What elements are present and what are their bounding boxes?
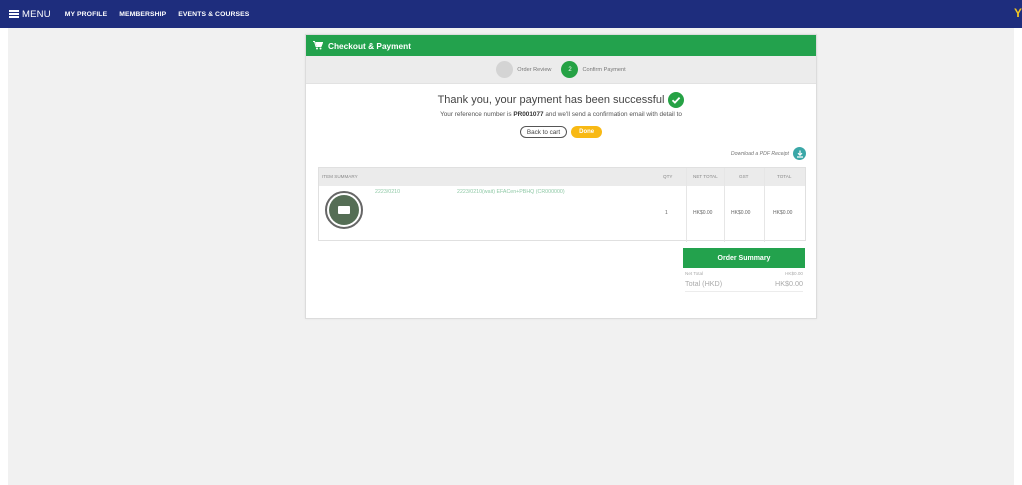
download-receipt-label[interactable]: Download a PDF Receipt <box>731 151 789 157</box>
nav-right-logo[interactable]: Y <box>1014 6 1022 20</box>
step-circle <box>496 61 514 78</box>
checkout-stepper: Order Review 2 Confirm Payment <box>306 56 816 84</box>
order-summary-title: Order Summary <box>683 248 805 268</box>
table-header: ITEM SUMMARY QTY NET TOTAL GST TOTAL <box>319 168 805 186</box>
net-total-value: HK$0.00 <box>785 271 803 276</box>
grand-total-value: HK$0.00 <box>775 279 803 288</box>
item-name-link[interactable]: 2223/0210(wait) EFACen+PBHQ (CR000000) <box>457 189 565 195</box>
success-message: Thank you, your payment has been success… <box>306 92 816 108</box>
net-total-row: Net Total HK$0.00 <box>683 271 805 276</box>
checkout-card: Checkout & Payment Order Review 2 Confir… <box>305 34 817 319</box>
top-nav: MENU MY PROFILE MEMBERSHIP EVENTS & COUR… <box>0 0 1022 28</box>
step-label: Order Review <box>517 66 552 73</box>
reference-number: PR001077 <box>513 111 544 118</box>
nav-link-membership[interactable]: MEMBERSHIP <box>119 11 166 18</box>
card-title: Checkout & Payment <box>328 40 411 51</box>
ref-suffix: and we'll send a confirmation email with… <box>545 111 682 118</box>
item-summary-table: ITEM SUMMARY QTY NET TOTAL GST TOTAL 222… <box>318 167 806 242</box>
done-button[interactable]: Done <box>571 126 603 138</box>
column-divider <box>686 168 687 242</box>
nav-links: MY PROFILE MEMBERSHIP EVENTS & COURSES <box>65 11 262 18</box>
item-net-total: HK$0.00 <box>693 210 713 216</box>
header-net-total: NET TOTAL <box>693 174 718 179</box>
download-icon[interactable] <box>793 147 806 160</box>
ref-prefix: Your reference number is <box>440 111 512 118</box>
download-receipt[interactable]: Download a PDF Receipt <box>731 147 806 160</box>
cart-icon <box>313 41 323 50</box>
step-circle-active: 2 <box>561 61 579 78</box>
grand-total-label: Total (HKD) <box>685 279 723 288</box>
summary-divider <box>685 291 803 292</box>
success-text: Thank you, your payment has been success… <box>437 94 665 106</box>
net-total-label: Net Total <box>685 271 704 276</box>
menu-button[interactable]: MENU <box>9 9 51 20</box>
step-confirm-payment: 2 Confirm Payment <box>561 61 626 78</box>
order-summary: Order Summary Net Total HK$0.00 Total (H… <box>683 248 805 292</box>
item-gst: HK$0.00 <box>731 210 751 216</box>
item-total: HK$0.00 <box>773 210 793 216</box>
action-buttons: Back to cart Done <box>306 126 816 138</box>
hamburger-icon <box>9 9 19 20</box>
card-header: Checkout & Payment <box>306 35 816 56</box>
table-row: 2223/0210 2223/0210(wait) EFACen+PBHQ (C… <box>319 186 805 242</box>
item-qty: 1 <box>665 210 668 216</box>
column-divider <box>724 168 725 242</box>
menu-label: MENU <box>22 8 51 20</box>
header-qty: QTY <box>663 174 673 179</box>
back-to-cart-button[interactable]: Back to cart <box>519 126 568 138</box>
step-label: Confirm Payment <box>582 66 626 73</box>
step-order-review: Order Review <box>496 61 551 78</box>
reference-line: Your reference number is PR001077 and we… <box>306 111 816 118</box>
item-code-link[interactable]: 2223/0210 <box>375 189 400 195</box>
column-divider <box>764 168 765 242</box>
header-gst: GST <box>739 174 749 179</box>
header-total: TOTAL <box>777 174 792 179</box>
nav-link-events-courses[interactable]: EVENTS & COURSES <box>178 11 249 18</box>
item-thumbnail <box>325 191 363 229</box>
check-icon <box>668 92 685 108</box>
header-item-summary: ITEM SUMMARY <box>322 174 358 179</box>
nav-link-my-profile[interactable]: MY PROFILE <box>65 11 107 18</box>
id-card-icon <box>329 195 359 225</box>
grand-total-row: Total (HKD) HK$0.00 <box>683 279 805 288</box>
